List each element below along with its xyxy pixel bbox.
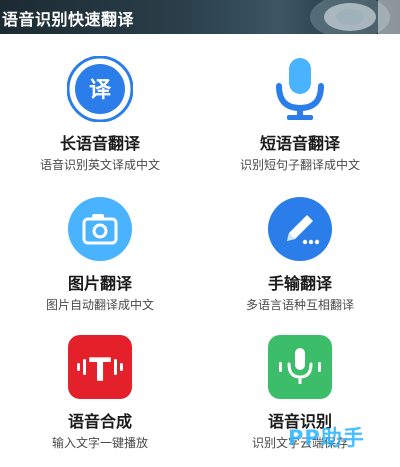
feature-description: 识别短句子翻译成中文 [239, 158, 360, 172]
watermark: PP助手 [288, 426, 365, 450]
feature-long-voice-translate[interactable]: 译 长语音翻译 语音识别英文译成中文 [0, 56, 200, 186]
feature-title: 长语音翻译 [59, 134, 140, 153]
feature-title: 语音合成 [67, 412, 132, 431]
banner-decoration [310, 0, 400, 34]
translate-icon-glyph: 译 [89, 78, 112, 103]
translate-icon: 译 [67, 56, 133, 122]
feature-short-voice-translate[interactable]: 短语音翻译 识别短句子翻译成中文 [200, 56, 400, 186]
feature-title: 短语音翻译 [259, 134, 340, 153]
banner-title: 语音识别快速翻译 [2, 10, 135, 29]
camera-icon [68, 197, 132, 261]
feature-description: 输入文字一键播放 [51, 436, 148, 450]
top-banner: 语音识别快速翻译 [0, 0, 400, 34]
tts-icon-glyph: T [89, 351, 111, 389]
feature-title: 图片翻译 [67, 274, 132, 293]
feature-speech-synthesis[interactable]: T 语音合成 输入文字一键播放 [0, 334, 200, 464]
feature-image-translate[interactable]: 图片翻译 图片自动翻译成中文 [0, 196, 200, 326]
feature-manual-translate[interactable]: 手输翻译 多语言语种互相翻译 [200, 196, 400, 326]
voice-recognition-icon [268, 335, 332, 399]
feature-description: 语音识别英文译成中文 [39, 158, 160, 172]
text-to-speech-icon: T [68, 335, 132, 399]
microphone-icon [276, 58, 324, 120]
feature-description: 图片自动翻译成中文 [45, 298, 154, 312]
feature-description: 多语言语种互相翻译 [245, 298, 354, 312]
feature-title: 手输翻译 [267, 274, 332, 293]
pen-icon [268, 197, 332, 261]
